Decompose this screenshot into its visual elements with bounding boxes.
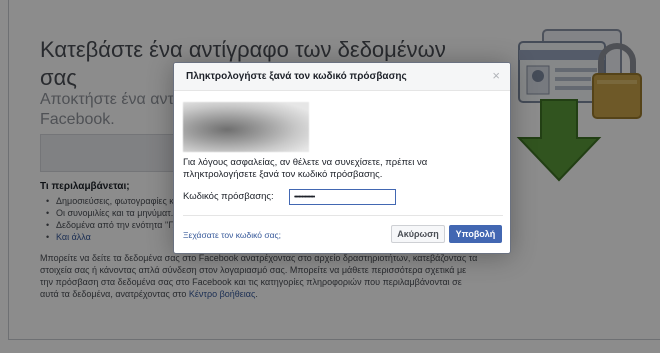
blurred-profile-image xyxy=(183,102,309,152)
dialog-header: Πληκτρολογήστε ξανά τον κωδικό πρόσβασης… xyxy=(174,63,510,91)
cancel-button[interactable]: Ακύρωση xyxy=(391,225,445,243)
dialog-divider xyxy=(183,215,503,216)
reenter-password-dialog: Πληκτρολογήστε ξανά τον κωδικό πρόσβασης… xyxy=(173,62,511,254)
close-icon[interactable]: × xyxy=(492,69,500,82)
submit-button[interactable]: Υποβολή xyxy=(449,225,502,243)
forgot-password-link[interactable]: Ξεχάσατε τον κωδικό σας; xyxy=(183,230,281,240)
password-input[interactable] xyxy=(289,189,396,205)
security-message: Για λόγους ασφαλείας, αν θέλετε να συνεχ… xyxy=(183,157,428,180)
password-label: Κωδικός πρόσβασης: xyxy=(183,191,274,202)
dialog-title: Πληκτρολογήστε ξανά τον κωδικό πρόσβασης xyxy=(186,71,407,82)
